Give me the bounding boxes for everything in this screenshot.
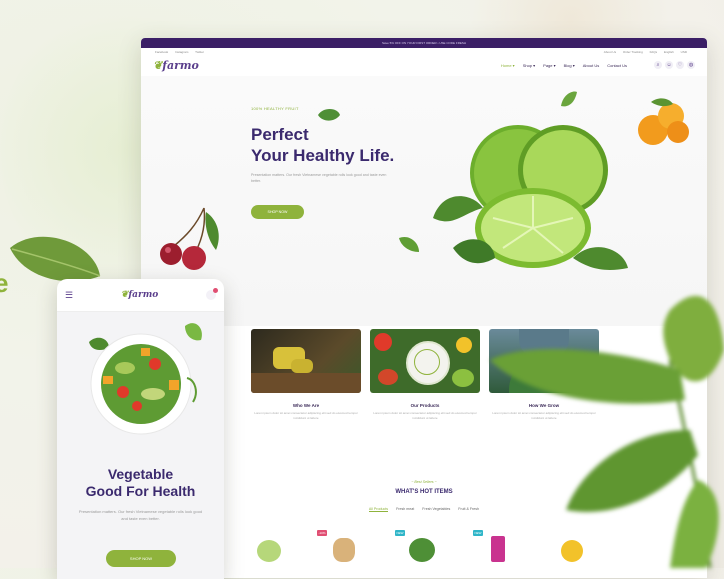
mobile-hero-title: Vegetable Good For Health bbox=[57, 466, 224, 500]
hamburger-menu-icon[interactable]: ☰ bbox=[65, 290, 73, 301]
feature-card-description: Lorem ipsum dolor sit amet consectetur a… bbox=[254, 411, 358, 420]
main-menu: Home ▾ Shop ▾ Page ▾ Blog ▾ About Us Con… bbox=[497, 63, 631, 68]
cart-icon[interactable] bbox=[205, 288, 218, 300]
logo-leaf-icon: ❦ bbox=[153, 58, 163, 72]
product-thumb[interactable] bbox=[327, 530, 359, 562]
salad-bowl-image bbox=[89, 323, 202, 435]
menu-item-home[interactable]: Home ▾ bbox=[501, 63, 515, 68]
promo-topbar: Save 5% OFF ON YOUR FIRST ORDER • USE CO… bbox=[141, 38, 707, 48]
plant-foreground-decoration bbox=[490, 295, 724, 568]
new-badge: NEW bbox=[395, 530, 405, 536]
utility-link-about[interactable]: About Us bbox=[604, 50, 616, 54]
main-navbar: Facebook Instagram Twitter About Us Orde… bbox=[141, 48, 707, 77]
nav-icons: ⌕ ☺ ♡ ◍ bbox=[651, 61, 695, 69]
logo-text: farmo bbox=[128, 290, 159, 300]
product-thumb[interactable] bbox=[405, 530, 437, 562]
hero-title: Perfect Your Healthy Life. bbox=[251, 124, 394, 166]
utility-link-instagram[interactable]: Instagram bbox=[175, 50, 188, 54]
utility-link-tracking[interactable]: Order Tracking bbox=[623, 50, 643, 54]
utility-link-facebook[interactable]: Facebook bbox=[155, 50, 168, 54]
tab-all-products[interactable]: All Products bbox=[368, 507, 389, 512]
mobile-title-line2: Good For Health bbox=[85, 483, 196, 499]
tab-fresh-meat[interactable]: Fresh meat bbox=[396, 507, 414, 512]
mobile-logo[interactable]: ❦farmo bbox=[121, 290, 159, 300]
feature-card-title: Our Products bbox=[410, 403, 440, 408]
utility-link-faqs[interactable]: FAQs bbox=[650, 50, 658, 54]
site-logo[interactable]: ❦farmo bbox=[153, 59, 199, 72]
mobile-mockup: ☰ ❦farmo Vegetable Good For Health Prese… bbox=[57, 279, 224, 579]
currency-selector[interactable]: USD bbox=[681, 50, 687, 54]
search-icon[interactable]: ⌕ bbox=[654, 61, 662, 69]
discount-badge: -10% bbox=[317, 530, 327, 536]
hero-eyebrow: 100% HEALTHY FRUIT bbox=[251, 106, 299, 111]
hero-shop-now-button[interactable]: SHOP NOW bbox=[251, 205, 304, 219]
menu-item-about[interactable]: About Us bbox=[583, 63, 599, 68]
feature-card-description: Lorem ipsum dolor sit amet consectetur a… bbox=[373, 411, 477, 420]
hero-title-line2: Your Healthy Life. bbox=[251, 146, 395, 165]
product-thumb[interactable] bbox=[253, 530, 285, 562]
hero-lime-image bbox=[433, 125, 628, 270]
menu-item-page[interactable]: Page ▾ bbox=[543, 63, 555, 68]
orange-image bbox=[638, 98, 689, 145]
menu-item-contact[interactable]: Contact Us bbox=[607, 63, 627, 68]
mobile-title-line1: Vegetable bbox=[107, 466, 174, 482]
hero-description: Presentation matters. Our fresh Vietname… bbox=[251, 173, 387, 183]
language-selector[interactable]: English bbox=[664, 50, 674, 54]
menu-item-shop[interactable]: Shop ▾ bbox=[523, 63, 535, 68]
mobile-hero: Vegetable Good For Health Presentation m… bbox=[57, 312, 224, 579]
heart-icon[interactable]: ♡ bbox=[676, 61, 684, 69]
cart-icon[interactable]: ◍ bbox=[687, 61, 695, 69]
user-icon[interactable]: ☺ bbox=[665, 61, 673, 69]
leaf-decoration bbox=[561, 91, 577, 107]
leaf-decoration bbox=[318, 108, 340, 121]
hero-title-line1: Perfect bbox=[251, 125, 309, 144]
utility-link-twitter[interactable]: Twitter bbox=[195, 50, 204, 54]
gardening-image bbox=[251, 329, 361, 393]
logo-text: farmo bbox=[162, 58, 199, 72]
vegetables-image bbox=[370, 329, 480, 393]
leaf-decoration bbox=[399, 236, 419, 252]
feature-card-title: Who We Are bbox=[292, 403, 320, 408]
feature-card[interactable]: Who We Are Lorem ipsum dolor sit amet co… bbox=[251, 329, 361, 421]
utility-bar: Facebook Instagram Twitter About Us Orde… bbox=[155, 50, 693, 54]
mobile-navbar: ☰ ❦farmo bbox=[57, 279, 224, 312]
mobile-hero-description: Presentation matters. Our fresh Vietname… bbox=[78, 509, 203, 521]
menu-item-blog[interactable]: Blog ▾ bbox=[564, 63, 575, 68]
mobile-shop-now-button[interactable]: SHOP NOW bbox=[106, 550, 176, 567]
cherry-image bbox=[160, 207, 219, 270]
cart-count-dot bbox=[212, 288, 218, 293]
feature-card[interactable]: Our Products Lorem ipsum dolor sit amet … bbox=[370, 329, 480, 421]
tab-fresh-vegetables[interactable]: Fresh Vegetables bbox=[422, 507, 450, 512]
